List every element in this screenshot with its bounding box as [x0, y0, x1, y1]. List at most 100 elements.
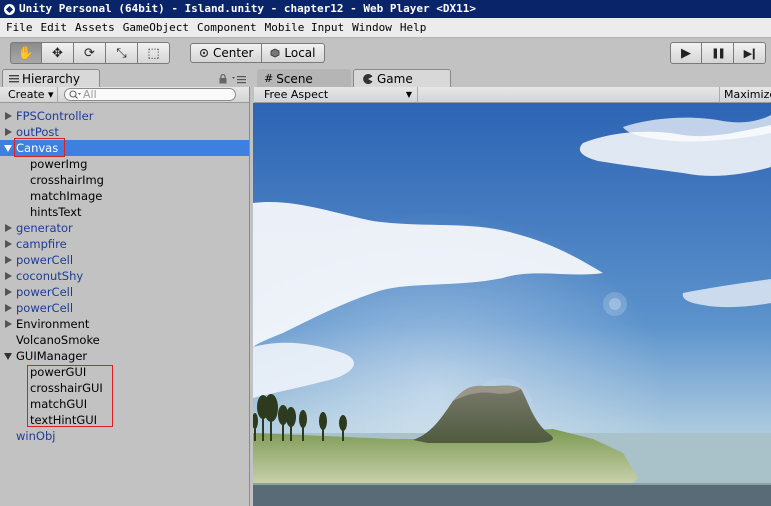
hierarchy-item-label: matchImage — [30, 189, 103, 203]
hierarchy-item[interactable]: hintsText — [0, 204, 249, 220]
pivot-center-label: Center — [213, 46, 254, 60]
menu-file[interactable]: File — [2, 21, 37, 34]
step-icon: ▶❙ — [743, 46, 759, 60]
hierarchy-item[interactable]: FPSController — [0, 108, 249, 124]
hierarchy-item-label: powerCell — [16, 301, 74, 315]
hierarchy-item[interactable]: outPost — [0, 124, 249, 140]
expand-arrow-open-icon[interactable] — [4, 353, 12, 360]
hierarchy-item[interactable]: VolcanoSmoke — [0, 332, 249, 348]
expand-arrow-closed-icon[interactable] — [5, 256, 12, 264]
menu-gameobject[interactable]: GameObject — [119, 21, 193, 34]
expand-arrow-closed-icon[interactable] — [5, 272, 12, 280]
rect-icon: ⬚ — [147, 45, 160, 61]
hierarchy-item-label: matchGUI — [30, 397, 88, 411]
search-placeholder: All — [83, 88, 97, 101]
hierarchy-item-label: hintsText — [30, 205, 82, 219]
hierarchy-item[interactable]: winObj — [0, 428, 249, 444]
hierarchy-item-label: VolcanoSmoke — [16, 333, 100, 347]
scale-tool-button[interactable]: ⤡ — [106, 42, 138, 64]
menu-help[interactable]: Help — [396, 21, 431, 34]
hierarchy-item[interactable]: powerGUI — [0, 364, 249, 380]
move-tool-button[interactable]: ✥ — [42, 42, 74, 64]
hierarchy-item[interactable]: textHintGUI — [0, 412, 249, 428]
hash-icon: # — [264, 72, 274, 85]
pivot-local-icon — [270, 48, 280, 58]
tab-hierarchy[interactable]: Hierarchy — [2, 69, 100, 87]
hierarchy-item[interactable]: matchGUI — [0, 396, 249, 412]
hierarchy-item-label: FPSController — [16, 109, 94, 123]
pause-button[interactable]: ❚❚ — [702, 42, 734, 64]
scale-icon: ⤡ — [116, 45, 127, 61]
hand-tool-button[interactable]: ✋ — [10, 42, 42, 64]
maximize-label: Maximize — [724, 88, 771, 101]
menu-component[interactable]: Component — [193, 21, 261, 34]
hierarchy-item-label: generator — [16, 221, 73, 235]
main-toolbar: ✋ ✥ ⟳ ⤡ ⬚ Center Local ▶ ❚❚ ▶❙ — [0, 38, 771, 68]
expand-arrow-closed-icon[interactable] — [5, 224, 12, 232]
rect-tool-button[interactable]: ⬚ — [138, 42, 170, 64]
game-view[interactable] — [253, 103, 771, 506]
hierarchy-item[interactable]: crosshairImg — [0, 172, 249, 188]
tab-scene[interactable]: # Scene — [257, 69, 351, 87]
hierarchy-item-label: powerCell — [16, 253, 74, 267]
search-icon — [69, 90, 81, 99]
pivot-local-button[interactable]: Local — [262, 43, 325, 63]
hierarchy-item-label: powerCell — [16, 285, 74, 299]
hierarchy-item[interactable]: Environment — [0, 316, 249, 332]
hierarchy-item[interactable]: Canvas — [0, 140, 249, 156]
menu-window[interactable]: Window — [348, 21, 396, 34]
hierarchy-item[interactable]: coconutShy — [0, 268, 249, 284]
unity-logo-icon — [4, 3, 15, 15]
expand-arrow-closed-icon[interactable] — [5, 304, 12, 312]
maximize-on-play-toggle[interactable]: Maximize — [719, 87, 771, 103]
hierarchy-item-label: crosshairImg — [30, 173, 104, 187]
expand-arrow-closed-icon[interactable] — [5, 240, 12, 248]
pause-icon: ❚❚ — [711, 47, 726, 59]
window-title-bar: Unity Personal (64bit) - Island.unity - … — [0, 0, 771, 18]
pivot-center-button[interactable]: Center — [190, 43, 263, 63]
hierarchy-item[interactable]: powerCell — [0, 284, 249, 300]
menu-assets[interactable]: Assets — [71, 21, 119, 34]
pivot-local-label: Local — [284, 46, 316, 60]
play-icon: ▶ — [681, 45, 691, 61]
game-render-image — [253, 103, 771, 506]
expand-arrow-open-icon[interactable] — [4, 145, 12, 152]
hierarchy-item[interactable]: generator — [0, 220, 249, 236]
hierarchy-item[interactable]: powerImg — [0, 156, 249, 172]
step-button[interactable]: ▶❙ — [734, 42, 766, 64]
expand-arrow-closed-icon[interactable] — [5, 320, 12, 328]
game-view-toolbar: Free Aspect ▼ Maximize — [254, 86, 771, 103]
hierarchy-item-label: campfire — [16, 237, 67, 251]
create-dropdown[interactable]: Create ▾ — [0, 86, 58, 103]
hierarchy-item-label: powerGUI — [30, 365, 87, 379]
expand-arrow-closed-icon[interactable] — [5, 128, 12, 136]
hierarchy-item[interactable]: powerCell — [0, 252, 249, 268]
rotate-icon: ⟳ — [84, 45, 95, 61]
hierarchy-item-label: GUIManager — [16, 349, 88, 363]
menu-mobile-input[interactable]: Mobile Input — [261, 21, 348, 34]
hierarchy-item-label: textHintGUI — [30, 413, 98, 427]
menu-bar: File Edit Assets GameObject Component Mo… — [0, 18, 771, 38]
panel-menu-icon[interactable] — [232, 76, 246, 84]
tab-game-label: Game — [377, 71, 413, 86]
menu-edit[interactable]: Edit — [37, 21, 72, 34]
hierarchy-search-input[interactable]: All — [64, 88, 236, 101]
rotate-tool-button[interactable]: ⟳ — [74, 42, 106, 64]
expand-arrow-closed-icon[interactable] — [5, 288, 12, 296]
hierarchy-item[interactable]: crosshairGUI — [0, 380, 249, 396]
pacman-icon — [363, 73, 373, 84]
hierarchy-item[interactable]: campfire — [0, 236, 249, 252]
tab-hierarchy-label: Hierarchy — [22, 71, 81, 86]
aspect-dropdown[interactable]: Free Aspect ▼ — [254, 86, 418, 103]
expand-arrow-closed-icon[interactable] — [5, 112, 12, 120]
hierarchy-item[interactable]: GUIManager — [0, 348, 249, 364]
hierarchy-item[interactable]: matchImage — [0, 188, 249, 204]
playback-controls: ▶ ❚❚ ▶❙ — [670, 42, 766, 64]
tab-scene-label: Scene — [276, 71, 313, 86]
lock-icon[interactable] — [219, 74, 227, 84]
play-button[interactable]: ▶ — [670, 42, 702, 64]
tab-game[interactable]: Game — [353, 69, 451, 87]
hierarchy-item-label: Environment — [16, 317, 90, 331]
pivot-center-icon — [199, 48, 209, 58]
hierarchy-item[interactable]: powerCell — [0, 300, 249, 316]
